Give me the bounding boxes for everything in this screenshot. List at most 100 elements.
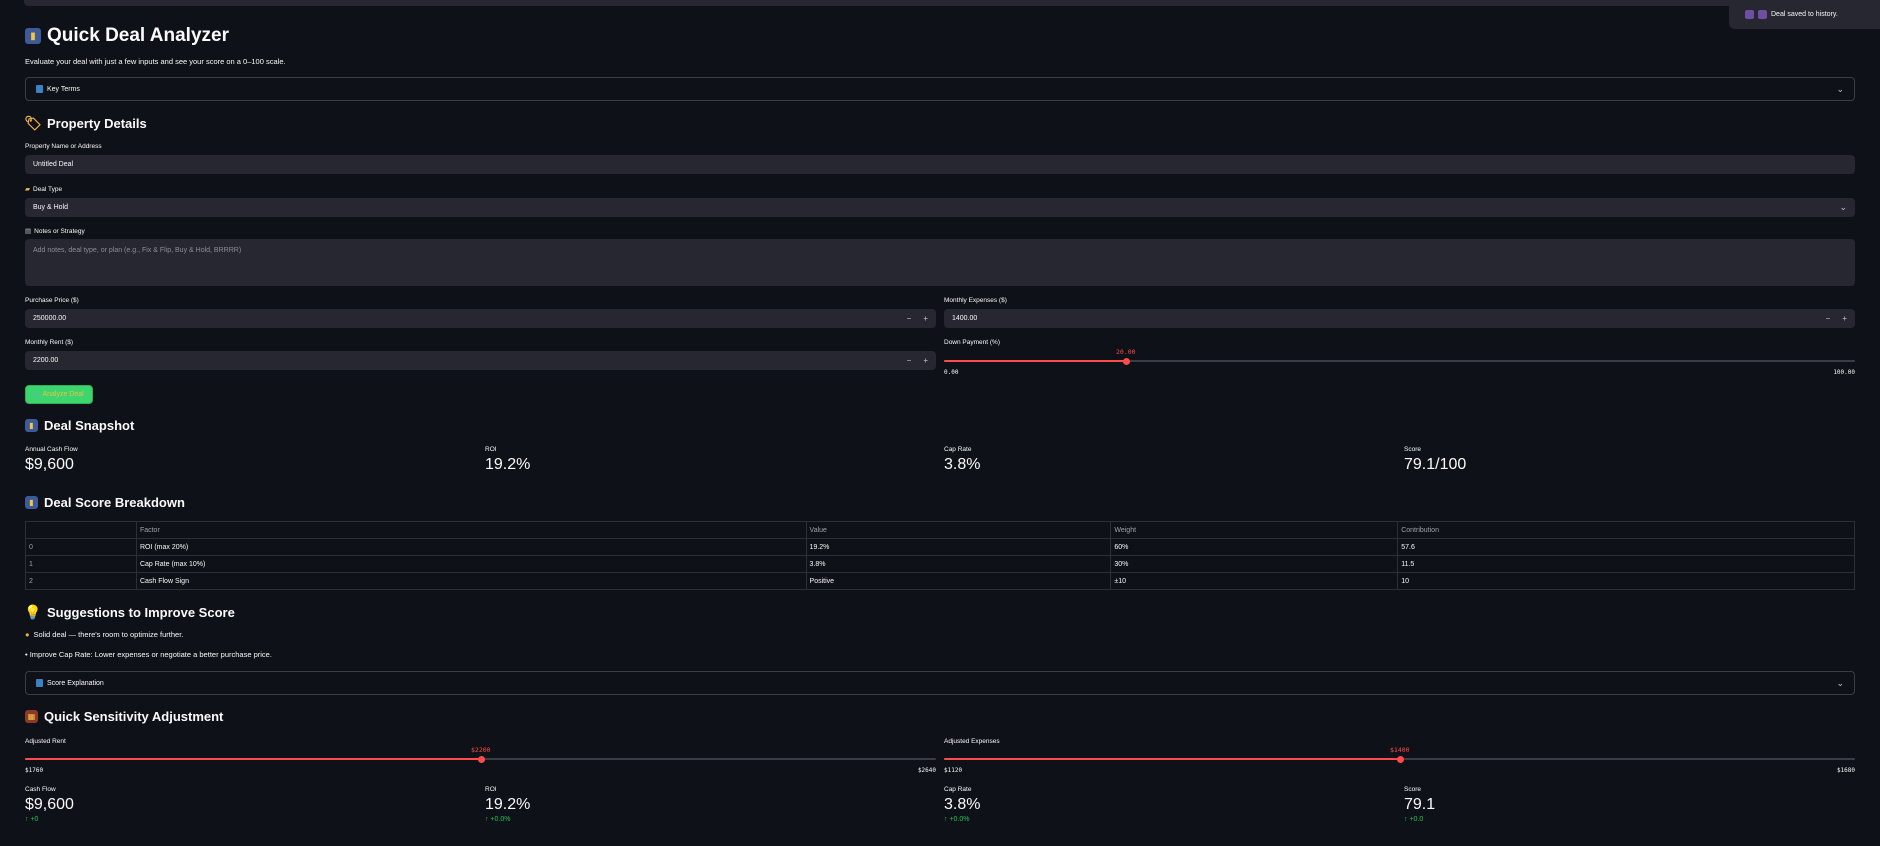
metric-label: Score: [1404, 786, 1421, 793]
abacus-icon: ▦: [25, 710, 38, 723]
property-name-input[interactable]: Untitled Deal: [25, 155, 1855, 174]
sensitivity-heading: ▦ Quick Sensitivity Adjustment: [25, 709, 223, 724]
notes-textarea[interactable]: Add notes, deal type, or plan (e.g., Fix…: [25, 239, 1855, 286]
column-header[interactable]: Value: [805, 521, 1112, 539]
slider-handle[interactable]: [1122, 357, 1130, 365]
down-payment-label: Down Payment (%): [944, 339, 1000, 346]
table-row: 1 Cap Rate (max 10%) 3.8% 30% 11.5: [25, 555, 1855, 573]
suggestion-summary: ● Solid deal — there's room to optimize …: [25, 630, 184, 639]
decrement-button[interactable]: −: [1826, 314, 1831, 323]
decrement-button[interactable]: −: [907, 314, 912, 323]
deal-type-select[interactable]: Buy & Hold ⌄: [25, 198, 1855, 217]
slider-value: $1400: [1390, 746, 1410, 754]
deal-type-label: ▰ Deal Type: [25, 185, 63, 194]
property-details-heading: 🏷 Property Details: [24, 114, 147, 131]
memo-icon: ▤: [25, 228, 32, 235]
sensitivity-metric: ROI 19.2% ↑ +0.0%: [485, 786, 530, 823]
metric-value: 19.2%: [485, 796, 531, 813]
score-explanation-expander[interactable]: Score Explanation ⌄: [25, 671, 1855, 695]
metric-value: 3.8%: [944, 456, 981, 473]
slider-fill: [944, 360, 1126, 362]
increment-button[interactable]: +: [923, 314, 928, 323]
analyze-deal-button[interactable]: ⚲ Analyze Deal: [25, 385, 93, 404]
monthly-expenses-label: Monthly Expenses ($): [944, 297, 1007, 304]
table-cell: ROI (max 20%): [135, 538, 807, 556]
monthly-expenses-input[interactable]: 1400.00 − +: [944, 309, 1855, 328]
column-header[interactable]: Weight: [1110, 521, 1399, 539]
snapshot-metric: Score 79.1/100: [1404, 446, 1466, 474]
notes-label: ▤ Notes or Strategy: [25, 227, 85, 236]
sensitivity-metric: Cash Flow $9,600 ↑ +0: [25, 786, 74, 823]
page-subtitle: Evaluate your deal with just a few input…: [25, 57, 286, 66]
purchase-price-input[interactable]: 250000.00 − +: [25, 309, 936, 328]
toast-text: Deal saved to history.: [1771, 11, 1838, 18]
increment-button[interactable]: +: [1842, 314, 1847, 323]
table-cell: Cap Rate (max 10%): [135, 555, 807, 573]
score-breakdown-table: Factor Value Weight Contribution 0 ROI (max …: [25, 521, 1855, 590]
slider-max: 100.00: [1833, 369, 1855, 376]
metric-value: $9,600: [25, 796, 74, 813]
snapshot-metric: Annual Cash Flow $9,600: [25, 446, 78, 474]
deal-snapshot-heading: ▮ Deal Snapshot: [25, 418, 134, 433]
page-title: ▮ Quick Deal Analyzer: [25, 25, 229, 47]
slider-max: $1680: [1836, 767, 1855, 774]
adjusted-expenses-slider[interactable]: $1400 $1120 $1680: [944, 746, 1855, 776]
metric-label: ROI: [485, 446, 497, 453]
table-cell: 3.8%: [805, 555, 1112, 573]
folder-icon: ▰: [25, 186, 30, 193]
snapshot-metric: Cap Rate 3.8%: [944, 446, 980, 474]
chevron-down-icon: ⌄: [1836, 83, 1844, 94]
table-cell: 2: [25, 572, 137, 590]
slider-fill: [25, 758, 481, 760]
table-cell: 0: [25, 538, 137, 556]
floppy-disk-icon: [1758, 10, 1767, 19]
purchase-price-label: Purchase Price ($): [25, 297, 79, 304]
table-cell: Cash Flow Sign: [135, 572, 807, 590]
slider-min: 0.00: [944, 369, 959, 376]
top-bar: [24, 0, 1854, 6]
column-header[interactable]: [25, 521, 137, 539]
suggestion-item: • Improve Cap Rate: Lower expenses or ne…: [25, 650, 272, 659]
table-cell: 30%: [1110, 555, 1399, 573]
adjusted-rent-slider[interactable]: $2200 $1760 $2640: [25, 746, 936, 776]
column-header[interactable]: Factor: [135, 521, 807, 539]
property-name-label: Property Name or Address: [25, 143, 102, 150]
monthly-rent-input[interactable]: 2200.00 − +: [25, 351, 936, 370]
column-header[interactable]: Contribution: [1397, 521, 1855, 539]
bar-chart-icon: ▮: [25, 419, 38, 432]
increment-button[interactable]: +: [923, 356, 928, 365]
bar-chart-icon: ▮: [25, 496, 38, 509]
key-terms-expander[interactable]: Key Terms ⌄: [25, 77, 1855, 101]
slider-value: 20.00: [1116, 348, 1136, 356]
toast-notification: Deal saved to history.: [1729, 0, 1880, 29]
adjusted-rent-label: Adjusted Rent: [25, 738, 66, 745]
metric-value: 79.1: [1404, 796, 1436, 813]
table-row: 0 ROI (max 20%) 19.2% 60% 57.6: [25, 538, 1855, 556]
metric-value: 79.1/100: [1404, 456, 1467, 473]
slider-handle[interactable]: [1396, 755, 1404, 763]
metric-delta: ↑ +0.0%: [944, 816, 970, 823]
table-cell: 11.5: [1397, 555, 1855, 573]
score-breakdown-heading: ▮ Deal Score Breakdown: [25, 495, 185, 510]
metric-delta: ↑ +0.0%: [485, 816, 511, 823]
metric-label: Cash Flow: [25, 786, 56, 793]
slider-max: $2640: [917, 767, 936, 774]
down-payment-slider[interactable]: 20.00 0.00 100.00: [944, 348, 1855, 378]
bar-chart-icon: ▮: [25, 28, 41, 44]
monthly-rent-label: Monthly Rent ($): [25, 339, 74, 346]
snapshot-metric: ROI 19.2%: [485, 446, 530, 474]
table-cell: ±10: [1110, 572, 1399, 590]
table-cell: 10: [1397, 572, 1855, 590]
slider-min: $1760: [25, 767, 44, 774]
table-cell: Positive: [805, 572, 1112, 590]
metric-label: Cap Rate: [944, 446, 972, 453]
decrement-button[interactable]: −: [907, 356, 912, 365]
chevron-down-icon: ⌄: [1839, 202, 1847, 212]
tag-icon: 🏷: [24, 114, 42, 131]
sensitivity-metric: Cap Rate 3.8% ↑ +0.0%: [944, 786, 980, 823]
magnifier-icon: ⚲: [34, 391, 40, 399]
table-cell: 60%: [1110, 538, 1399, 556]
slider-handle[interactable]: [477, 755, 485, 763]
metric-value: 3.8%: [944, 796, 981, 813]
metric-label: Annual Cash Flow: [25, 446, 78, 453]
